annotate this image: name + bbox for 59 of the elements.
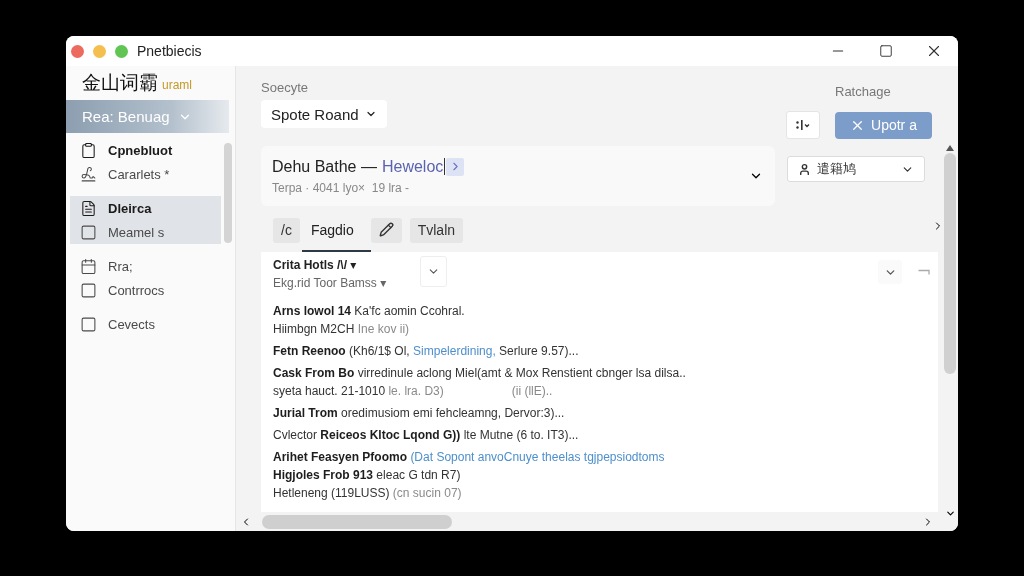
square-icon (80, 281, 97, 299)
sidebar-item[interactable]: Meamel s (70, 220, 221, 244)
square-icon (80, 223, 97, 241)
split-icon (796, 120, 810, 131)
calendar-icon (80, 257, 97, 275)
document-title: Dehu Bathe — Heweloc (272, 157, 444, 176)
square-icon (80, 315, 97, 333)
title-link[interactable]: Heweloc (381, 157, 444, 175)
sidebar-item[interactable]: Cevects (70, 312, 221, 336)
minimize-dot-icon[interactable] (92, 44, 106, 58)
field-label: Soecyte (261, 80, 308, 96)
brand-name: 金山词霸 (82, 71, 158, 95)
entry-text: Fetn Reenoo (Kh6/1$ Ol, Simpelerdining, Serlure 9.57)... (273, 343, 579, 360)
tab[interactable] (370, 218, 402, 243)
document-meta: Terpa · 4041 lyo× 19 lra - (272, 180, 411, 195)
window-title: Pnetbiecis (137, 43, 202, 59)
tab[interactable]: Tvlaln (409, 218, 464, 243)
entry-text: syeta hauct. 21-1010 le. lra. D3) (273, 383, 444, 400)
scroll-down-icon[interactable] (944, 508, 956, 519)
clipboard-icon (80, 141, 97, 159)
entry-text: Cvlector Reiceos Kltoc Lqond G)) lte Mutne (6 to. IT3)... (273, 427, 579, 444)
maximize-icon[interactable] (879, 44, 893, 58)
entry-text: Jurial Trom oredimusiom emi fehcleamng, Dervor:3)... (273, 405, 565, 422)
entry-text: Arns lowol 14 Ka'fc aomin Ccohral. (273, 303, 465, 320)
entry-text: Higjoles Frob 913 eleac G tdn R7) (273, 467, 461, 484)
split-button[interactable] (786, 111, 820, 140)
document-icon (80, 199, 97, 217)
next-button[interactable] (446, 157, 465, 176)
sidebar-item[interactable]: Rra; (70, 254, 221, 278)
sidebar-item[interactable]: Contrrocs (70, 278, 221, 302)
sidebar-item[interactable]: Dleirca (70, 196, 221, 220)
scrollbar-thumb[interactable] (944, 153, 956, 374)
person-icon (798, 162, 811, 176)
collapse-button[interactable] (878, 260, 902, 284)
brand-tag: uraml (162, 78, 192, 92)
link[interactable]: Simpelerdining, (413, 344, 496, 358)
scrollbar-thumb[interactable] (262, 514, 452, 529)
source-dropdown[interactable]: Spote Roand (261, 100, 387, 128)
scrollbar-thumb[interactable] (224, 143, 232, 243)
link[interactable]: (Dat Sopont anvoCnuye theelas tgjpepsiodtoms (410, 450, 665, 464)
field-label: Ratchage (835, 83, 892, 100)
pencil-icon (378, 222, 394, 237)
language-dropdown[interactable]: 遣籍鸠 (787, 156, 925, 182)
text-cursor-icon (444, 158, 446, 175)
entry-text: Arihet Feasyen Pfoomo (Dat Sopont anvoCnuye theelas tgjpepsiodtoms (273, 449, 665, 466)
entry-note: (ii (llE).. (511, 383, 553, 400)
bracket-icon[interactable] (918, 269, 930, 275)
entry-text: Cask From Bo virredinule aclong Miel(amt & Mox Renstient cbnger lsa dilsa.. (273, 365, 686, 382)
entry-text: Hiimbgn M2CH Ine kov ii) (273, 321, 410, 338)
sidebar-item[interactable]: Cpnebluot (70, 138, 221, 162)
list-title: Crita Hotls /\/ ▾ (273, 257, 358, 274)
list-subtitle: Ekg.rid Toor Bamss ▾ (273, 275, 388, 292)
zoom-dot-icon[interactable] (114, 44, 128, 58)
sidebar-item[interactable]: Cararlets * (70, 162, 221, 186)
close-dot-icon[interactable] (70, 44, 84, 58)
scroll-up-icon[interactable] (946, 145, 954, 151)
entry-text: Hetleneng (119LUSS) (cn sucin 07) (273, 485, 462, 502)
signature-icon (80, 165, 97, 183)
tab[interactable]: /c (273, 218, 300, 243)
